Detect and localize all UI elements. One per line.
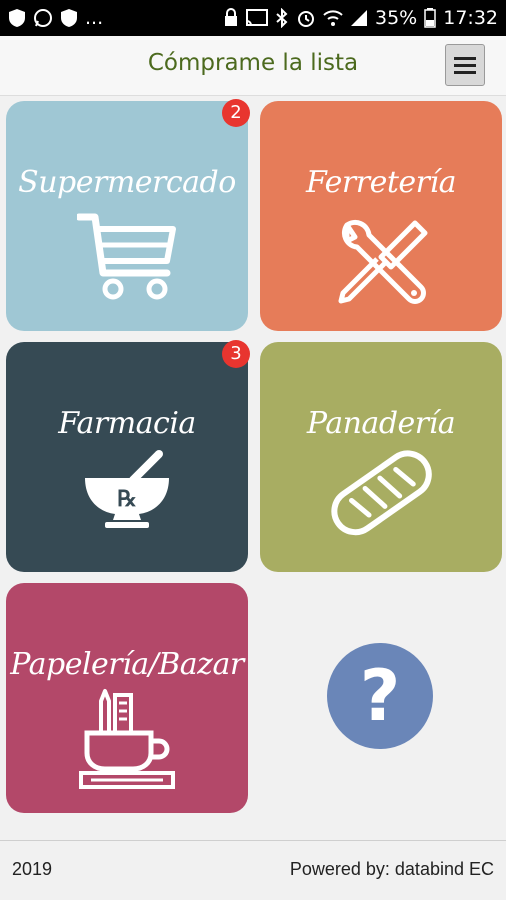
category-tile-ferreteria[interactable]: Ferretería (260, 101, 502, 331)
wifi-icon (323, 9, 343, 27)
shield-icon (8, 8, 26, 28)
footer: 2019 Powered by: databind EC (0, 840, 506, 900)
bread-icon (326, 448, 436, 541)
clock: 17:32 (443, 7, 498, 29)
status-bar: ... 35% 17:32 (0, 0, 506, 36)
page-title: Cómprame la lista (147, 50, 359, 76)
notification-badge: 2 (222, 99, 250, 127)
signal-icon (350, 9, 368, 27)
menu-button[interactable] (445, 44, 485, 86)
shopping-cart-icon (75, 211, 177, 308)
notification-badge: 3 (222, 340, 250, 368)
tile-label: Supermercado (18, 165, 236, 200)
tile-label: Farmacia (58, 406, 196, 441)
stationery-mug-icon (79, 687, 175, 794)
bluetooth-icon (275, 8, 289, 28)
question-mark-icon: ? (359, 655, 401, 737)
category-tile-supermercado[interactable]: Supermercado 2 (6, 99, 250, 331)
category-tile-papeleria-bazar[interactable]: Papelería/Bazar (6, 583, 248, 813)
alarm-icon (296, 8, 316, 28)
footer-year: 2019 (12, 859, 53, 879)
app-header: Cómprame la lista (0, 36, 506, 96)
help-button[interactable]: ? (327, 643, 433, 749)
whatsapp-icon (33, 8, 53, 28)
battery-icon (424, 8, 436, 28)
category-tile-panaderia[interactable]: Panadería (260, 342, 502, 572)
footer-powered-by: Powered by: databind EC (289, 859, 494, 879)
tile-label: Panadería (306, 406, 456, 441)
wrench-screwdriver-icon (333, 215, 429, 312)
tile-label: Papelería/Bazar (10, 647, 244, 682)
hamburger-icon (454, 63, 476, 67)
lock-icon (223, 8, 239, 28)
svg-text:℞: ℞ (117, 486, 137, 512)
battery-percent: 35% (375, 7, 418, 29)
shield-icon (60, 8, 78, 28)
cast-icon (246, 9, 268, 27)
hamburger-icon (454, 56, 476, 60)
more-notifications: ... (85, 7, 104, 29)
category-tile-farmacia[interactable]: Farmacia ℞ 3 (6, 340, 250, 572)
tile-label: Ferretería (306, 165, 457, 200)
hamburger-icon (454, 70, 476, 74)
mortar-pestle-rx-icon: ℞ (83, 450, 171, 535)
